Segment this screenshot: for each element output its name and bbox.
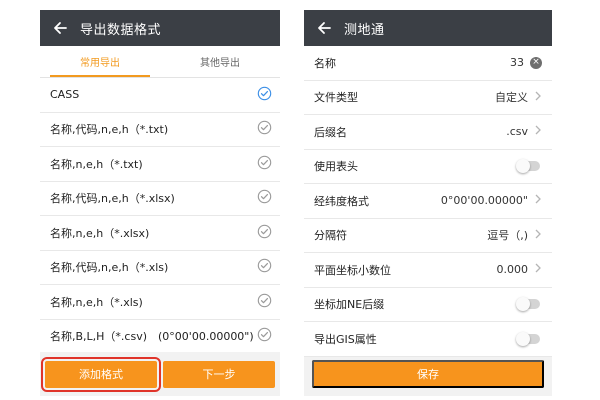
setting-control: 逗号（,) — [487, 227, 542, 243]
format-label: 名称,n,e,h（*.xls) — [50, 295, 143, 309]
settings-row[interactable]: 坐标加NE后缀 — [304, 288, 552, 322]
setting-label: 名称 — [314, 56, 336, 70]
setting-label: 经纬度格式 — [314, 194, 369, 208]
format-row[interactable]: 名称,代码,n,e,h（*.txt) — [40, 113, 280, 147]
setting-control — [516, 331, 542, 346]
settings-row[interactable]: 文件类型 自定义 — [304, 81, 552, 115]
format-list: CASS 名称,代码,n,e,h（*.txt) 名称,n,e,h（*.txt) 名称,… — [40, 78, 280, 354]
clear-icon[interactable]: × — [530, 56, 542, 69]
left-app-bar: 导出数据格式 — [40, 10, 280, 46]
export-tabs: 常用导出 其他导出 — [40, 46, 280, 78]
settings-row[interactable]: 使用表头 — [304, 150, 552, 184]
setting-value: 0°00'00.00000" — [440, 194, 528, 208]
chevron-right-icon[interactable] — [534, 263, 542, 276]
format-row[interactable]: 名称,代码,n,e,h（*.xls) — [40, 251, 280, 285]
toggle-switch[interactable] — [516, 297, 540, 312]
settings-row[interactable]: 平面坐标小数位 0.000 — [304, 253, 552, 288]
setting-control: 33 × — [510, 56, 542, 69]
check-circle-icon[interactable] — [257, 155, 272, 173]
back-arrow-icon[interactable] — [50, 18, 70, 38]
check-circle-icon[interactable] — [257, 224, 272, 242]
chevron-right-icon[interactable] — [534, 194, 542, 207]
setting-value: .csv — [506, 125, 528, 139]
settings-row[interactable]: 名称 33 × — [304, 46, 552, 81]
setting-control: 自定义 — [495, 89, 542, 105]
setting-control: .csv — [506, 125, 542, 138]
setting-control — [516, 297, 542, 312]
settings-row[interactable]: 分隔符 逗号（,) — [304, 219, 552, 253]
format-label: 名称,代码,n,e,h（*.xlsx) — [50, 192, 175, 206]
left-bottom-bar: 添加格式 下一步 — [40, 352, 280, 396]
check-circle-icon[interactable] — [257, 327, 272, 345]
format-label: 名称,n,e,h（*.xlsx) — [50, 226, 150, 240]
chevron-right-icon[interactable] — [534, 229, 542, 242]
check-circle-icon[interactable] — [257, 189, 272, 207]
tab-other-export[interactable]: 其他导出 — [160, 46, 280, 77]
setting-label: 文件类型 — [314, 91, 358, 105]
format-row[interactable]: 名称,n,e,h（*.xls) — [40, 285, 280, 320]
settings-list: 名称 33 × 文件类型 自定义后缀名 .csv 使用表头经纬度格式 0°00'00.0000… — [304, 46, 552, 357]
next-step-button[interactable]: 下一步 — [163, 360, 275, 388]
check-circle-icon[interactable] — [257, 120, 272, 138]
format-row[interactable]: 名称,n,e,h（*.xlsx) — [40, 216, 280, 251]
add-format-button[interactable]: 添加格式 — [41, 356, 161, 392]
setting-value: 逗号（,) — [487, 229, 528, 243]
toggle-switch[interactable] — [516, 159, 540, 174]
setting-label: 坐标加NE后缀 — [314, 298, 385, 312]
format-label: 名称,n,e,h（*.txt) — [50, 157, 143, 171]
check-circle-icon[interactable] — [257, 258, 272, 276]
format-label: 名称,代码,n,e,h（*.xls) — [50, 261, 169, 275]
save-button[interactable]: 保存 — [312, 360, 544, 388]
setting-value: 33 — [510, 56, 524, 70]
format-label: CASS — [50, 88, 80, 102]
settings-row[interactable]: 后缀名 .csv — [304, 115, 552, 150]
tab-common-export[interactable]: 常用导出 — [40, 46, 160, 77]
setting-label: 分隔符 — [314, 229, 347, 243]
format-row[interactable]: 名称,n,e,h（*.txt) — [40, 147, 280, 182]
setting-label: 平面坐标小数位 — [314, 263, 391, 277]
chevron-right-icon[interactable] — [534, 125, 542, 138]
setting-value: 0.000 — [496, 263, 529, 277]
page-title: 测地通 — [344, 22, 385, 38]
toggle-switch[interactable] — [516, 331, 540, 346]
setting-label: 使用表头 — [314, 160, 358, 174]
export-format-screen: 导出数据格式 常用导出 其他导出 CASS 名称,代码,n,e,h（*.txt) 名… — [40, 10, 280, 396]
chevron-right-icon[interactable] — [534, 91, 542, 104]
format-label: 名称,B,L,H（*.csv) (0°00'00.00000") — [50, 330, 254, 344]
check-circle-selected-icon[interactable] — [257, 86, 272, 104]
settings-row[interactable]: 导出GIS属性 — [304, 322, 552, 357]
setting-control: 0°00'00.00000" — [441, 194, 542, 207]
setting-label: 后缀名 — [314, 125, 347, 139]
page-title: 导出数据格式 — [80, 22, 162, 38]
setting-control: 0.000 — [497, 263, 543, 276]
check-circle-icon[interactable] — [257, 293, 272, 311]
setting-label: 导出GIS属性 — [314, 332, 377, 346]
format-row[interactable]: 名称,B,L,H（*.csv) (0°00'00.00000") — [40, 320, 280, 354]
format-label: 名称,代码,n,e,h（*.txt) — [50, 123, 169, 137]
right-app-bar: 测地通 — [304, 10, 552, 46]
format-settings-screen: 测地通 名称 33 × 文件类型 自定义后缀名 .csv 使用表头经纬度格式 0°00'00.… — [304, 10, 552, 396]
back-arrow-icon[interactable] — [314, 18, 334, 38]
format-row[interactable]: CASS — [40, 78, 280, 113]
setting-control — [516, 159, 542, 174]
settings-row[interactable]: 经纬度格式 0°00'00.00000" — [304, 184, 552, 219]
format-row[interactable]: 名称,代码,n,e,h（*.xlsx) — [40, 182, 280, 216]
setting-value: 自定义 — [495, 91, 528, 105]
